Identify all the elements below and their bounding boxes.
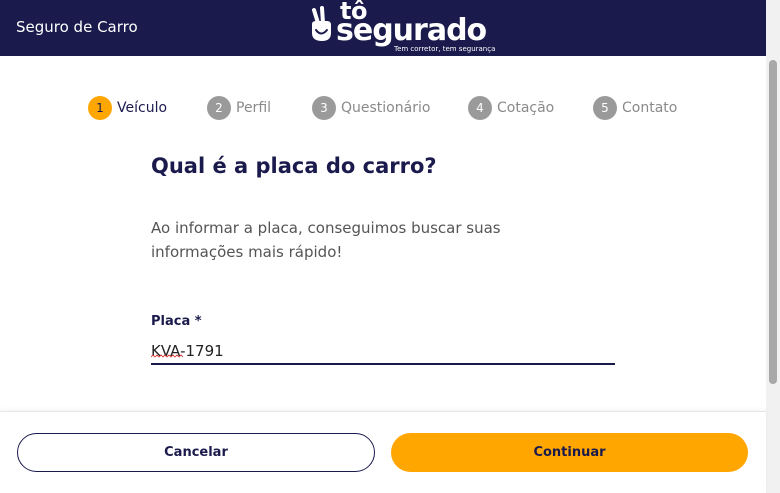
action-footer: Cancelar Continuar xyxy=(0,411,766,493)
step-number: 5 xyxy=(593,96,617,120)
logo-text-main: segurado xyxy=(336,13,487,48)
peace-hand-icon xyxy=(312,6,331,41)
step-perfil: 2 Perfil xyxy=(207,96,271,120)
step-label: Questionário xyxy=(341,100,431,116)
step-cotacao: 4 Cotação xyxy=(468,96,554,120)
step-number: 2 xyxy=(207,96,231,120)
page-title: Seguro de Carro xyxy=(16,18,138,36)
step-label: Contato xyxy=(622,100,678,116)
step-number: 4 xyxy=(468,96,492,120)
step-veiculo: 1 Veículo xyxy=(88,96,167,120)
plate-input[interactable] xyxy=(151,338,615,365)
plate-field-label: Placa * xyxy=(151,314,202,329)
step-label: Cotação xyxy=(497,100,555,116)
question-description: Ao informar a placa, conseguimos buscar … xyxy=(151,219,501,261)
step-contato: 5 Contato xyxy=(593,96,677,120)
logo-tagline: Tem corretor, tem segurança xyxy=(394,45,496,53)
question-heading: Qual é a placa do carro? xyxy=(151,154,437,178)
brand-logo[interactable]: tô segurado Tem corretor, tem segurança xyxy=(308,0,495,56)
cancel-button[interactable]: Cancelar xyxy=(17,433,375,472)
scrollbar-thumb[interactable] xyxy=(769,60,777,384)
progress-stepper: 1 Veículo 2 Perfil 3 Questionário 4 Cota… xyxy=(0,96,766,120)
step-questionario: 3 Questionário xyxy=(312,96,430,120)
step-label: Perfil xyxy=(236,100,272,116)
step-number: 1 xyxy=(88,96,112,120)
step-label: Veículo xyxy=(117,100,168,116)
continue-button[interactable]: Continuar xyxy=(391,433,748,472)
top-header: Seguro de Carro tô segurado Tem corretor… xyxy=(0,0,766,56)
page-scrollbar[interactable] xyxy=(766,0,780,493)
spellcheck-underline xyxy=(151,354,183,358)
step-number: 3 xyxy=(312,96,336,120)
